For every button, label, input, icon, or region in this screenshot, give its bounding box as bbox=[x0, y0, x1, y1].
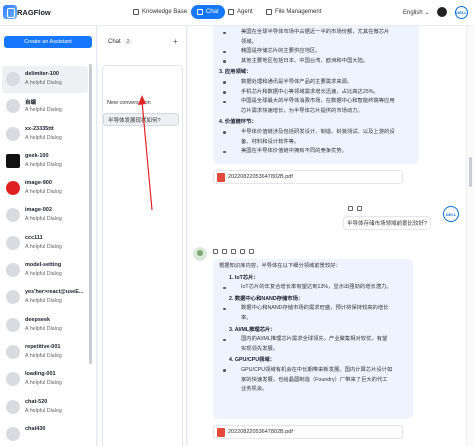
user-message-avatar: DELL bbox=[443, 206, 459, 222]
assistant-avatar bbox=[6, 372, 20, 387]
assistant-avatar bbox=[6, 99, 20, 114]
assistant-description: A helpful Dialog bbox=[25, 134, 62, 141]
assistant-description: A helpful Dialog bbox=[25, 189, 62, 196]
assistant-item[interactable]: loading-001 A helpful Dialog bbox=[2, 366, 88, 393]
assistant-name: 自编 bbox=[25, 100, 37, 107]
main-scroll-track bbox=[466, 26, 474, 446]
nav-chat[interactable]: Chat bbox=[191, 5, 225, 19]
assistant-avatar bbox=[6, 235, 20, 250]
assistant-name: chat430 bbox=[25, 425, 46, 432]
assistant-item[interactable]: geek-100 A helpful Dialog bbox=[2, 148, 88, 175]
assistant-name: loading-001 bbox=[25, 371, 56, 378]
chat-list-panel: Chat 2 + New conversation 半导体发展现状如何? bbox=[98, 26, 187, 446]
copy-icon[interactable] bbox=[348, 206, 353, 211]
assistant-avatar bbox=[6, 317, 20, 332]
assistant-description: A helpful Dialog bbox=[25, 298, 62, 305]
assistant-name: image-002 bbox=[25, 207, 52, 214]
assistant-item[interactable]: xx-23335ttt A helpful Dialog bbox=[2, 121, 88, 148]
assistant-item[interactable]: image-900 A helpful Dialog bbox=[2, 175, 88, 202]
plus-icon[interactable]: + bbox=[173, 37, 178, 46]
create-assistant-button[interactable]: Create an Assistant bbox=[4, 36, 92, 48]
assistant-description: A helpful Dialog bbox=[25, 216, 62, 223]
assistant-item[interactable]: 自编 A helpful Dialog bbox=[2, 93, 88, 120]
assistant-list: delimiter-100 A helpful Dialog 自编 A helpful… bbox=[2, 66, 88, 446]
thumbs-down-icon[interactable] bbox=[231, 249, 236, 254]
assistant-avatar bbox=[6, 208, 20, 223]
assistant-description: A helpful Dialog bbox=[25, 271, 62, 278]
assistant-scrollbar[interactable] bbox=[89, 64, 92, 364]
assistant-avatar bbox=[6, 399, 20, 414]
assistant-name: delimiter-100 bbox=[25, 71, 59, 77]
attachment-link-1[interactable]: 20220822053647802B.pdf bbox=[217, 171, 293, 183]
agent-icon bbox=[228, 9, 234, 15]
pdf-icon bbox=[217, 172, 225, 182]
refresh-icon[interactable] bbox=[240, 249, 245, 254]
assistant-description: A helpful Dialog bbox=[25, 380, 62, 387]
assistant-item[interactable]: chat430 bbox=[2, 421, 88, 446]
pdf-icon bbox=[217, 427, 225, 437]
assistant-avatar bbox=[6, 290, 20, 305]
github-icon[interactable] bbox=[437, 7, 447, 17]
copy-icon[interactable] bbox=[213, 249, 218, 254]
assistant-message-tools bbox=[213, 249, 254, 254]
assistant-avatar bbox=[6, 426, 20, 441]
assistant-item[interactable]: model-setting A helpful Dialog bbox=[2, 257, 88, 284]
assistant-description: A helpful Dialog bbox=[25, 243, 62, 250]
assistant-item[interactable]: chat-520 A helpful Dialog bbox=[2, 394, 88, 421]
assistant-description: A helpful Dialog bbox=[25, 325, 62, 332]
assistant-avatar bbox=[6, 181, 20, 196]
assistant-item[interactable]: delimiter-100 A helpful Dialog bbox=[2, 66, 88, 94]
assistant-panel: Create an Assistant delimiter-100 A helpf… bbox=[0, 26, 97, 446]
assistant-name: geek-100 bbox=[25, 152, 49, 159]
nav-agent[interactable]: Agent bbox=[222, 5, 259, 19]
assistant-avatar bbox=[6, 153, 20, 168]
assistant-name: yes'her>react@useE... bbox=[25, 289, 84, 296]
assistant-message-1: 美国在全球半导体市场中占据近一半的市场份额，尤其在微芯片 领域。 韩国是存储芯片… bbox=[213, 26, 419, 164]
assistant-name: repetitive-001 bbox=[25, 343, 61, 350]
assistant-item[interactable]: deepseek A helpful Dialog bbox=[2, 312, 88, 339]
nav-file-management[interactable]: File Management bbox=[260, 5, 327, 19]
assistant-name: model-setting bbox=[25, 262, 62, 269]
assistant-name: chat-520 bbox=[25, 398, 48, 405]
assistant-name: deepseek bbox=[25, 316, 51, 323]
delete-icon[interactable] bbox=[357, 206, 362, 211]
assistant-description: A helpful Dialog bbox=[25, 161, 62, 168]
assistant-description: A helpful Dialog bbox=[25, 352, 62, 359]
top-navbar: RAGFlow Knowledge Base Chat Agent File M… bbox=[0, 0, 474, 26]
chevron-down-icon: ⌄ bbox=[424, 10, 430, 16]
assistant-item[interactable]: yes'her>react@useE... A helpful Dialog bbox=[2, 284, 88, 311]
annotation-arrow bbox=[138, 95, 153, 211]
assistant-avatar bbox=[193, 247, 207, 261]
assistant-item[interactable]: repetitive-001 A helpful Dialog bbox=[2, 339, 88, 366]
assistant-description: A helpful Dialog bbox=[25, 107, 62, 114]
thumbs-up-icon[interactable] bbox=[222, 249, 227, 254]
chat-icon bbox=[197, 9, 203, 15]
knowledge-base-icon bbox=[133, 9, 139, 15]
speaker-icon[interactable] bbox=[249, 249, 254, 254]
assistant-name: image-900 bbox=[25, 180, 52, 187]
user-message: 半导体存储市场领域前景比较好? bbox=[343, 216, 431, 230]
assistant-item[interactable]: image-002 A helpful Dialog bbox=[2, 202, 88, 229]
assistant-avatar bbox=[6, 263, 20, 278]
ragflow-logo-icon[interactable] bbox=[3, 5, 17, 19]
nav-knowledge-base[interactable]: Knowledge Base bbox=[127, 5, 193, 19]
chat-list-header: Chat 2 bbox=[108, 39, 133, 45]
assistant-avatar bbox=[6, 344, 20, 359]
assistant-avatar bbox=[6, 126, 20, 141]
assistant-avatar bbox=[6, 72, 20, 86]
assistant-name: ccc111 bbox=[25, 234, 43, 241]
file-icon bbox=[266, 9, 272, 15]
chat-count-badge: 2 bbox=[123, 39, 133, 45]
attachment-link-2[interactable]: 20220822053647802B.pdf bbox=[217, 426, 293, 438]
brand-name: RAGFlow bbox=[17, 8, 51, 17]
user-message-tools bbox=[348, 206, 362, 211]
assistant-description: A helpful Dialog bbox=[25, 80, 62, 86]
language-select[interactable]: English ⌄ bbox=[403, 9, 429, 16]
user-avatar[interactable]: DELL bbox=[455, 6, 468, 19]
assistant-item[interactable]: ccc111 A helpful Dialog bbox=[2, 230, 88, 257]
assistant-message-2: 根据知识库内容，半导体在以下细分领域前景较好： 1. IoT芯片： IoT芯片的… bbox=[213, 259, 413, 419]
assistant-name: xx-23335ttt bbox=[25, 125, 54, 132]
assistant-description: A helpful Dialog bbox=[25, 407, 62, 414]
main-scrollbar[interactable] bbox=[469, 157, 472, 187]
